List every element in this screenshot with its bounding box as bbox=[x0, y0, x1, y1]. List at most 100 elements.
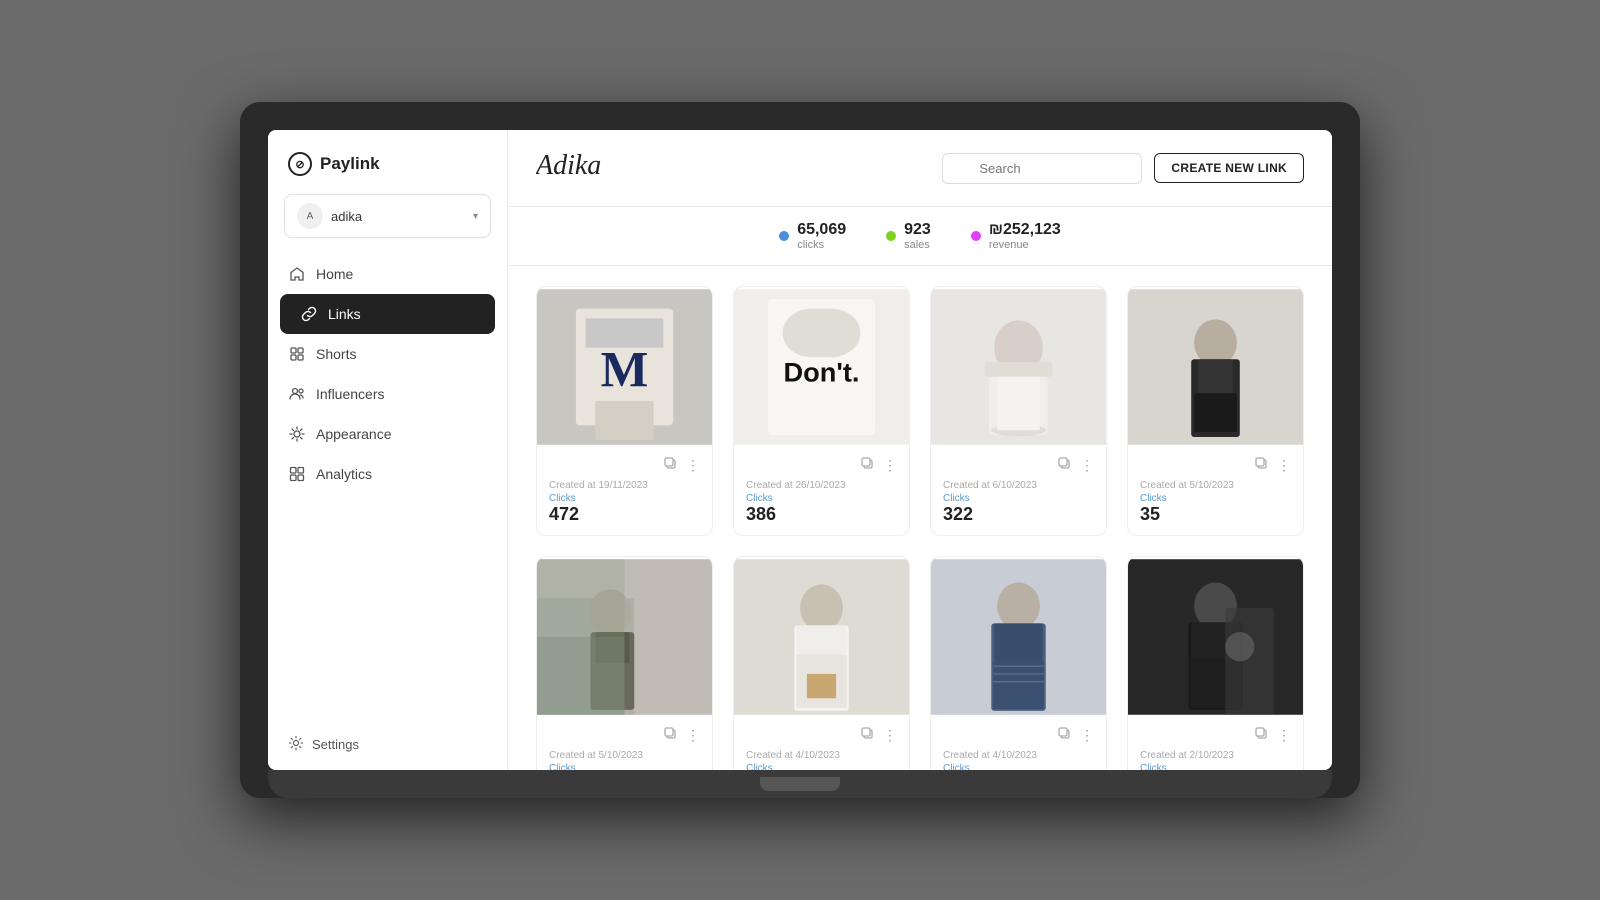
card-footer: ⋮ Created at 4/10/2023 Clicks 418 bbox=[931, 717, 1106, 770]
link-card[interactable]: ⋮ Created at 5/10/2023 Clicks 35 bbox=[1127, 286, 1304, 536]
revenue-value: ₪252,123 bbox=[989, 221, 1061, 239]
copy-icon[interactable] bbox=[861, 727, 875, 744]
app-logo: ⊘ Paylink bbox=[268, 130, 507, 194]
link-card[interactable]: ⋮ Created at 2/10/2023 Clicks 433 bbox=[1127, 556, 1304, 770]
card-actions: ⋮ bbox=[943, 457, 1094, 474]
card-image bbox=[931, 557, 1106, 717]
card-date: Created at 5/10/2023 bbox=[1140, 480, 1291, 491]
card-date: Created at 6/10/2023 bbox=[943, 480, 1094, 491]
more-icon[interactable]: ⋮ bbox=[883, 457, 897, 474]
sidebar-item-links[interactable]: Links bbox=[280, 294, 495, 334]
sales-value: 923 bbox=[904, 221, 931, 239]
sidebar-shorts-label: Shorts bbox=[316, 346, 356, 362]
settings-label: Settings bbox=[312, 737, 359, 752]
chevron-down-icon: ▾ bbox=[473, 211, 478, 222]
link-card[interactable]: ⋮ Created at 5/10/2023 Clicks 253 bbox=[536, 556, 713, 770]
account-name: adika bbox=[331, 209, 465, 224]
card-clicks-label: Clicks bbox=[1140, 493, 1291, 504]
card-image bbox=[537, 557, 712, 717]
card-clicks-num: 386 bbox=[746, 504, 897, 525]
more-icon[interactable]: ⋮ bbox=[1277, 457, 1291, 474]
card-clicks-label: Clicks bbox=[549, 763, 700, 770]
search-wrapper bbox=[942, 153, 1142, 184]
sidebar-analytics-label: Analytics bbox=[316, 466, 372, 482]
stat-clicks: 65,069 clicks bbox=[779, 221, 846, 251]
card-actions: ⋮ bbox=[746, 457, 897, 474]
stat-revenue: ₪252,123 revenue bbox=[971, 221, 1061, 251]
sidebar-nav: Home Links bbox=[268, 254, 507, 494]
copy-icon[interactable] bbox=[1058, 457, 1072, 474]
card-actions: ⋮ bbox=[549, 727, 700, 744]
links-grid-area: M ⋮ bbox=[508, 266, 1332, 770]
card-clicks-label: Clicks bbox=[943, 763, 1094, 770]
copy-icon[interactable] bbox=[1255, 727, 1269, 744]
brand-logo: Adika bbox=[536, 146, 626, 190]
card-date: Created at 5/10/2023 bbox=[549, 750, 700, 761]
card-image bbox=[1128, 287, 1303, 447]
svg-text:Adika: Adika bbox=[536, 150, 601, 181]
sidebar-item-influencers[interactable]: Influencers bbox=[268, 374, 507, 414]
more-icon[interactable]: ⋮ bbox=[686, 457, 700, 474]
card-actions: ⋮ bbox=[1140, 457, 1291, 474]
clicks-value: 65,069 bbox=[797, 221, 846, 239]
link-card[interactable]: ⋮ Created at 4/10/2023 Clicks 418 bbox=[930, 556, 1107, 770]
copy-icon[interactable] bbox=[664, 457, 678, 474]
sales-label: sales bbox=[904, 239, 931, 251]
card-date: Created at 26/10/2023 bbox=[746, 480, 897, 491]
card-date: Created at 4/10/2023 bbox=[746, 750, 897, 761]
home-icon bbox=[288, 265, 306, 283]
card-image bbox=[931, 287, 1106, 447]
sidebar-item-appearance[interactable]: Appearance bbox=[268, 414, 507, 454]
more-icon[interactable]: ⋮ bbox=[1080, 457, 1094, 474]
card-footer: ⋮ Created at 26/10/2023 Clicks 386 bbox=[734, 447, 909, 535]
create-new-link-button[interactable]: CREATE NEW LINK bbox=[1154, 153, 1304, 183]
more-icon[interactable]: ⋮ bbox=[686, 727, 700, 744]
card-clicks-label: Clicks bbox=[943, 493, 1094, 504]
card-footer: ⋮ Created at 6/10/2023 Clicks 322 bbox=[931, 447, 1106, 535]
copy-icon[interactable] bbox=[1255, 457, 1269, 474]
card-clicks-num: 35 bbox=[1140, 504, 1291, 525]
account-selector[interactable]: A adika ▾ bbox=[284, 194, 491, 238]
card-clicks-num: 472 bbox=[549, 504, 700, 525]
appearance-icon bbox=[288, 425, 306, 443]
sidebar: ⊘ Paylink A adika ▾ Home bbox=[268, 130, 508, 770]
app-name: Paylink bbox=[320, 154, 380, 174]
sales-dot bbox=[886, 231, 896, 241]
sidebar-appearance-label: Appearance bbox=[316, 426, 392, 442]
card-date: Created at 4/10/2023 bbox=[943, 750, 1094, 761]
sidebar-item-home[interactable]: Home bbox=[268, 254, 507, 294]
link-card[interactable]: ⋮ Created at 4/10/2023 Clicks 419 bbox=[733, 556, 910, 770]
card-date: Created at 2/10/2023 bbox=[1140, 750, 1291, 761]
card-image: M bbox=[537, 287, 712, 447]
svg-text:M: M bbox=[601, 341, 649, 397]
more-icon[interactable]: ⋮ bbox=[1080, 727, 1094, 744]
card-clicks-label: Clicks bbox=[1140, 763, 1291, 770]
topbar-actions: CREATE NEW LINK bbox=[942, 153, 1304, 184]
card-actions: ⋮ bbox=[549, 457, 700, 474]
card-actions: ⋮ bbox=[746, 727, 897, 744]
copy-icon[interactable] bbox=[861, 457, 875, 474]
sidebar-item-analytics[interactable]: Analytics bbox=[268, 454, 507, 494]
link-card[interactable]: Don't. ⋮ Created at 26/10/202 bbox=[733, 286, 910, 536]
settings-item[interactable]: Settings bbox=[268, 719, 507, 770]
card-footer: ⋮ Created at 2/10/2023 Clicks 433 bbox=[1128, 717, 1303, 770]
card-footer: ⋮ Created at 4/10/2023 Clicks 419 bbox=[734, 717, 909, 770]
card-image bbox=[1128, 557, 1303, 717]
card-clicks-label: Clicks bbox=[746, 493, 897, 504]
sidebar-item-shorts[interactable]: Shorts bbox=[268, 334, 507, 374]
link-card[interactable]: ⋮ Created at 6/10/2023 Clicks 322 bbox=[930, 286, 1107, 536]
more-icon[interactable]: ⋮ bbox=[1277, 727, 1291, 744]
search-input[interactable] bbox=[942, 153, 1142, 184]
card-date: Created at 19/11/2023 bbox=[549, 480, 700, 491]
card-actions: ⋮ bbox=[1140, 727, 1291, 744]
copy-icon[interactable] bbox=[1058, 727, 1072, 744]
stats-bar: 65,069 clicks 923 sales ₪252,123 reven bbox=[508, 207, 1332, 266]
sidebar-influencers-label: Influencers bbox=[316, 386, 384, 402]
link-card[interactable]: M ⋮ bbox=[536, 286, 713, 536]
card-footer: ⋮ Created at 19/11/2023 Clicks 472 bbox=[537, 447, 712, 535]
copy-icon[interactable] bbox=[664, 727, 678, 744]
more-icon[interactable]: ⋮ bbox=[883, 727, 897, 744]
card-footer: ⋮ Created at 5/10/2023 Clicks 35 bbox=[1128, 447, 1303, 535]
topbar: Adika CREATE NEW LINK bbox=[508, 130, 1332, 207]
svg-text:Don't.: Don't. bbox=[783, 357, 859, 388]
